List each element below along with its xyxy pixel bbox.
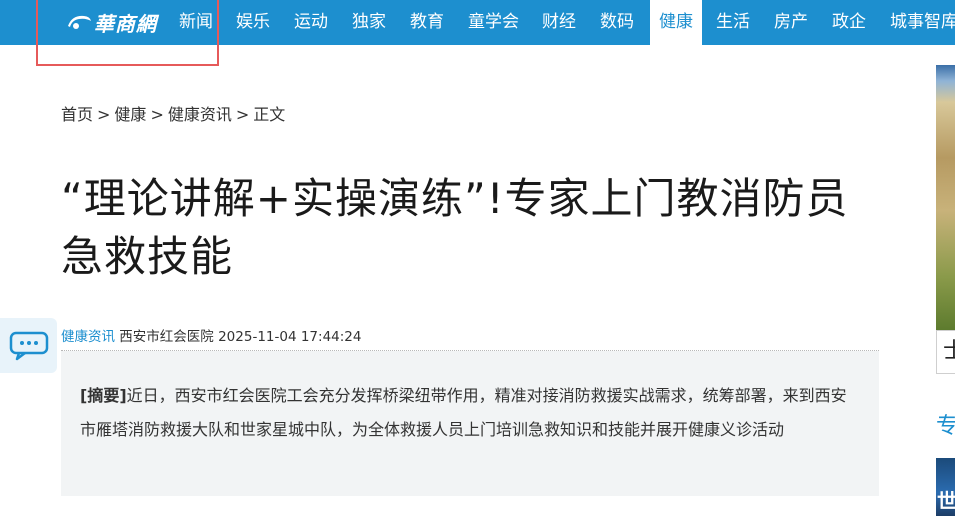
abstract-label: [摘要] <box>80 386 127 405</box>
breadcrumb-health-news-link[interactable]: 健康资讯 <box>168 105 232 124</box>
breadcrumb-separator: > <box>150 105 164 124</box>
nav-item-life[interactable]: 生活 <box>716 0 750 45</box>
nav-item-sports[interactable]: 运动 <box>294 0 328 45</box>
nav-item-education[interactable]: 教育 <box>410 0 444 45</box>
breadcrumb-separator: > <box>97 105 111 124</box>
logo-text: 華商網 <box>94 11 157 36</box>
article-category-link[interactable]: 健康资讯 <box>61 329 115 345</box>
article-title: “理论讲解+实操演练”!专家上门教消防员急救技能 <box>61 174 849 281</box>
sidebar-section-heading: 专 <box>936 414 955 439</box>
article-datetime: 2025-11-04 17:44:24 <box>218 329 362 345</box>
sidebar-promo-image[interactable]: 世 <box>936 458 955 516</box>
sidebar-caption-box[interactable]: 士 <box>936 330 955 374</box>
breadcrumb-home-link[interactable]: 首页 <box>61 105 93 124</box>
nav-item-city-think-tank[interactable]: 城事智库 <box>890 0 955 45</box>
abstract-text: 近日，西安市红会医院工会充分发挥桥梁纽带作用，精准对接消防救援实战需求，统筹部署… <box>80 386 847 439</box>
breadcrumb-current: 正文 <box>253 105 286 124</box>
sidebar-promo-text: 世 <box>937 489 955 513</box>
article-source: 西安市红会医院 <box>119 329 214 345</box>
nav-item-digital[interactable]: 数码 <box>600 0 634 45</box>
floating-chat-button[interactable] <box>0 318 57 373</box>
nav-item-finance[interactable]: 财经 <box>542 0 576 45</box>
nav-item-real-estate[interactable]: 房产 <box>774 0 808 45</box>
logo-swoosh-icon <box>68 15 91 29</box>
nav-item-kids-academy[interactable]: 童学会 <box>468 0 519 45</box>
nav-item-entertainment[interactable]: 娱乐 <box>236 0 270 45</box>
article-abstract: [摘要]近日，西安市红会医院工会充分发挥桥梁纽带作用，精准对接消防救援实战需求，… <box>61 351 879 496</box>
breadcrumb-separator: > <box>235 105 250 124</box>
site-logo[interactable]: 華商網 <box>66 8 157 36</box>
article-meta: 健康资讯 西安市红会医院 2025-11-04 17:44:24 <box>61 325 361 345</box>
nav-item-news[interactable]: 新闻 <box>179 0 213 45</box>
nav-item-exclusive[interactable]: 独家 <box>352 0 386 45</box>
nav-item-health[interactable]: 健康 <box>650 0 702 45</box>
top-nav-bar: 華商網 新闻 娱乐 运动 独家 教育 童学会 财经 数码 健康 生活 房产 政企… <box>0 0 955 45</box>
chat-bubble-icon <box>9 331 48 360</box>
breadcrumb: 首页 > 健康 > 健康资讯 > 正文 <box>61 101 285 125</box>
nav-item-government[interactable]: 政企 <box>832 0 866 45</box>
sidebar-feature-image[interactable] <box>936 65 955 330</box>
breadcrumb-health-link[interactable]: 健康 <box>114 105 146 124</box>
